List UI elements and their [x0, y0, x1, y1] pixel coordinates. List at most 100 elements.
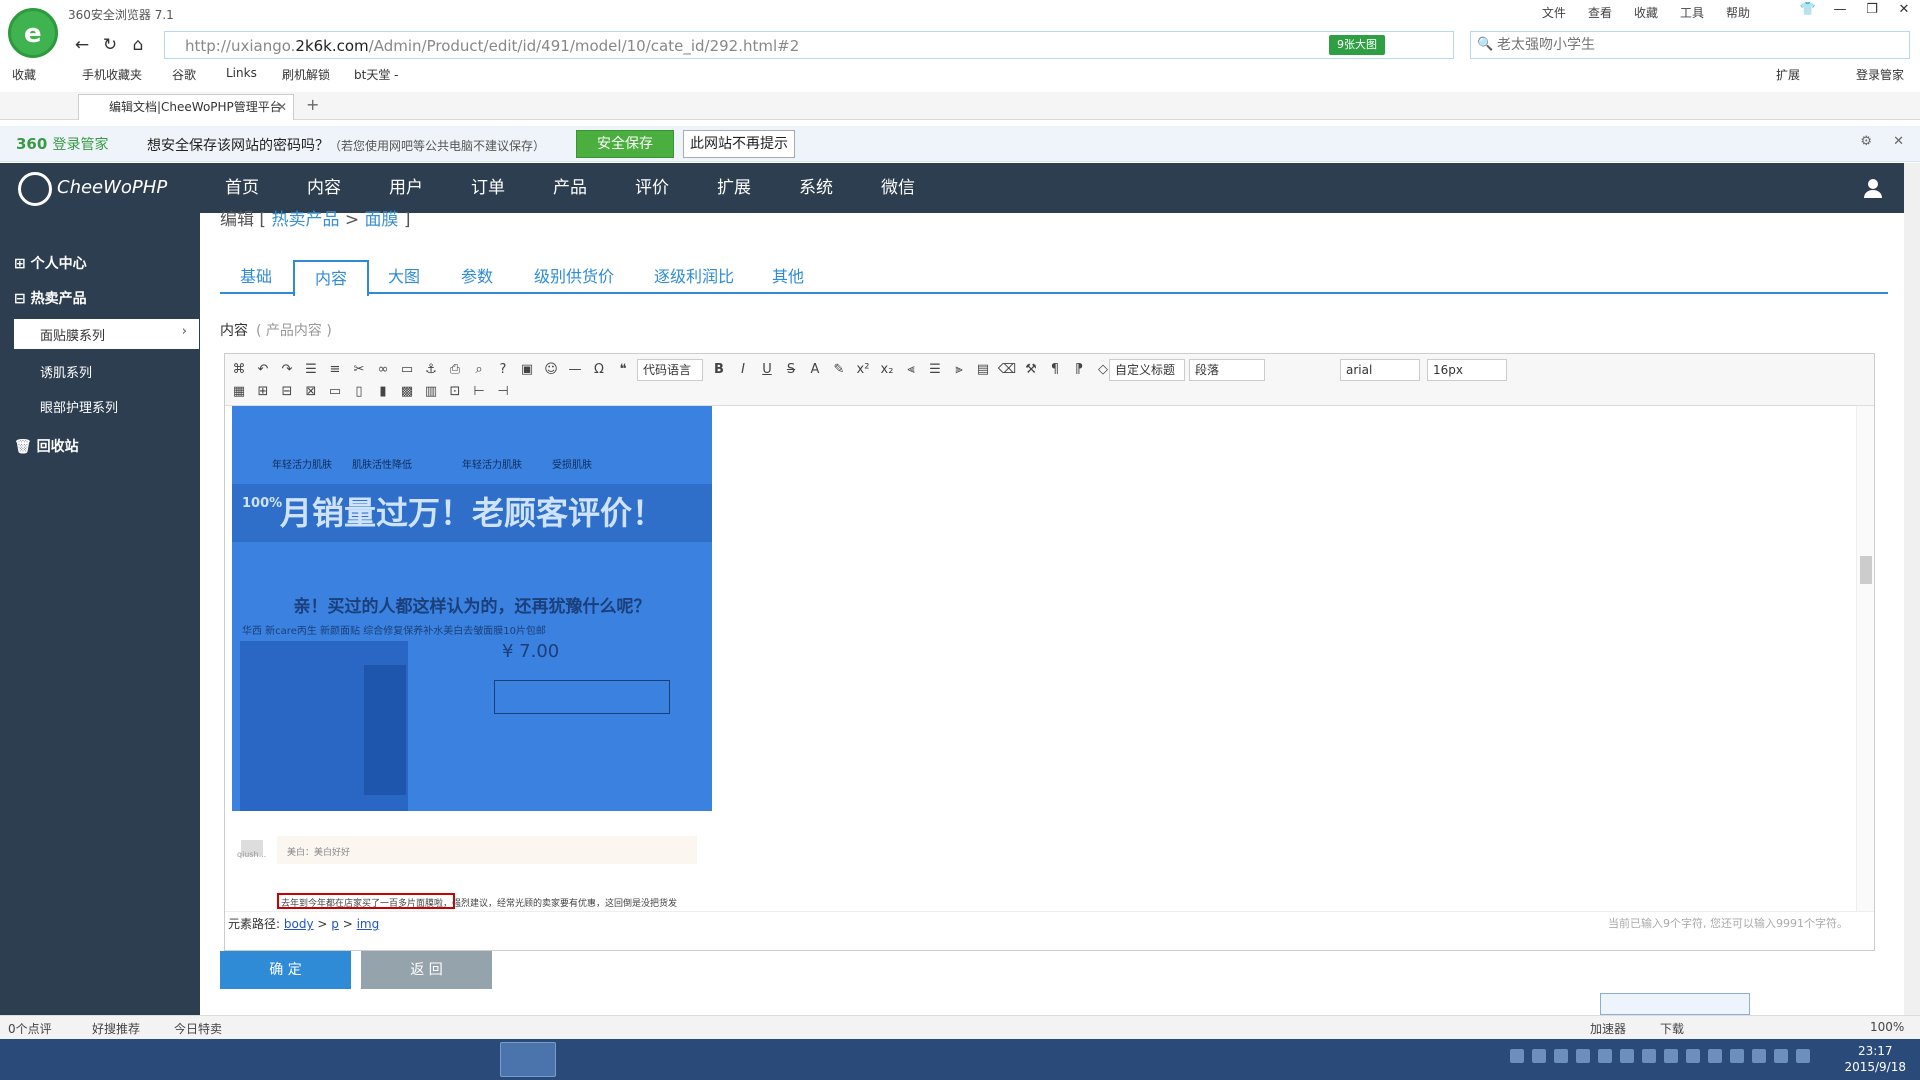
back-button[interactable]: 返 回	[361, 951, 492, 989]
path-p[interactable]: p	[331, 917, 339, 931]
omega-icon[interactable]: Ω	[589, 360, 609, 380]
nav-products[interactable]: 产品	[553, 163, 635, 213]
page-icon[interactable]: ▭	[397, 360, 417, 380]
user-icon[interactable]	[1862, 177, 1884, 199]
nav-wechat[interactable]: 微信	[881, 163, 963, 213]
search-input[interactable]	[1497, 36, 1877, 54]
maximize-button[interactable]: ❐	[1856, 0, 1888, 22]
tray-icon[interactable]	[1532, 1049, 1546, 1063]
tray-icon[interactable]	[1686, 1049, 1700, 1063]
product-image-selected[interactable]: 年轻活力肌肤 肌肤活性降低 年轻活力肌肤 受损肌肤 月销量过万！老顾客评价！ 1…	[232, 406, 712, 811]
align-center-icon[interactable]: ☰	[925, 360, 945, 380]
zoom-level[interactable]: 100%	[1870, 1020, 1904, 1034]
tray-icon[interactable]	[1664, 1049, 1678, 1063]
page-scrollbar[interactable]	[1904, 163, 1920, 1015]
superscript-icon[interactable]: x²	[853, 360, 873, 380]
redo-icon[interactable]: ↷	[277, 360, 297, 380]
highlight-icon[interactable]: ✎	[829, 360, 849, 380]
cut-icon[interactable]: ✂	[349, 360, 369, 380]
align-left-icon[interactable]: ⫷	[901, 360, 921, 380]
html-source-icon[interactable]: ⌘	[229, 360, 249, 380]
help-icon[interactable]: ?	[493, 360, 513, 380]
table-props-icon[interactable]: ⊡	[445, 382, 465, 402]
font-family-select[interactable]: arial	[1340, 359, 1420, 381]
rtl-icon[interactable]: ⁋	[1069, 360, 1089, 380]
merge-cells-icon[interactable]: ▩	[397, 382, 417, 402]
close-button[interactable]: ✕	[1888, 0, 1920, 22]
bookmark-mobile[interactable]: 手机收藏夹	[82, 66, 142, 83]
cell-align-icon[interactable]: ⊢	[469, 382, 489, 402]
insert-image-icon[interactable]: ▦	[229, 382, 249, 402]
url-bar[interactable]: http://uxiango.2k6k.com/Admin/Product/ed…	[164, 31, 1454, 59]
back-arrow-icon[interactable]: ←	[70, 33, 94, 57]
delete-col-icon[interactable]: ▮	[373, 382, 393, 402]
tab-level-price[interactable]: 级别供货价	[514, 260, 634, 294]
editor-scrollbar[interactable]	[1856, 406, 1874, 911]
bird-app-icon[interactable]	[314, 1042, 370, 1077]
login-manager-button[interactable]: 登录管家	[1856, 66, 1904, 83]
close-tab-icon[interactable]: ✕	[277, 95, 287, 119]
video-player-icon[interactable]	[252, 1042, 308, 1077]
unordered-list-icon[interactable]: ☰	[301, 360, 321, 380]
ie-icon[interactable]	[66, 1042, 122, 1077]
justify-icon[interactable]: ▤	[973, 360, 993, 380]
shirt-icon[interactable]: 👕	[1792, 0, 1824, 22]
italic-icon[interactable]: I	[733, 360, 753, 380]
split-cells-icon[interactable]: ▥	[421, 382, 441, 402]
tab-basic[interactable]: 基础	[220, 260, 292, 294]
bookmark-google[interactable]: 谷歌	[172, 66, 196, 83]
media-player-icon[interactable]	[190, 1042, 246, 1077]
path-img[interactable]: img	[357, 917, 380, 931]
image-icon[interactable]: ▣	[517, 360, 537, 380]
browser-tab[interactable]: 编辑文档|CheeWoPHP管理平台 ✕	[78, 94, 294, 120]
extensions-button[interactable]: 扩展	[1776, 66, 1800, 83]
new-tab-icon[interactable]: +	[306, 95, 319, 114]
tray-icon[interactable]	[1620, 1049, 1634, 1063]
menu-help[interactable]: 帮助	[1726, 4, 1750, 21]
path-body[interactable]: body	[284, 917, 314, 931]
delete-table-icon[interactable]: ⊟	[277, 382, 297, 402]
never-show-button[interactable]: 此网站不再提示	[683, 130, 795, 158]
strikethrough-icon[interactable]: S	[781, 360, 801, 380]
link-icon[interactable]: ∞	[373, 360, 393, 380]
horizontal-rule-icon[interactable]: —	[565, 360, 585, 380]
confirm-button[interactable]: 确 定	[220, 951, 351, 989]
nav-system[interactable]: 系统	[799, 163, 881, 213]
font-size-select[interactable]: 16px	[1427, 359, 1507, 381]
delete-row-icon[interactable]: ▭	[325, 382, 345, 402]
tray-icon[interactable]	[1730, 1049, 1744, 1063]
app-brand[interactable]: CheeWoPHP	[57, 177, 167, 198]
sidebar-item-masks[interactable]: 面贴膜系列 ›	[14, 319, 199, 349]
paragraph-select[interactable]: 段落	[1189, 359, 1265, 381]
emoji-icon[interactable]: ☺	[541, 360, 561, 380]
nav-reviews[interactable]: 评价	[635, 163, 717, 213]
breadcrumb-subcategory[interactable]: 面膜	[365, 210, 399, 230]
tray-icon[interactable]	[1708, 1049, 1722, 1063]
cell-split-icon[interactable]: ⊣	[493, 382, 513, 402]
tray-icon[interactable]	[1774, 1049, 1788, 1063]
start-button[interactable]	[6, 1042, 50, 1077]
system-clock[interactable]: 23:17 2015/9/18	[1844, 1043, 1906, 1075]
bookmark-links[interactable]: Links	[226, 66, 257, 80]
bookmark-bt[interactable]: bt天堂 -	[354, 66, 398, 83]
quote-icon[interactable]: ❝	[613, 360, 633, 380]
undo-icon[interactable]: ↶	[253, 360, 273, 380]
editor-content-area[interactable]: 年轻活力肌肤 肌肤活性降低 年轻活力肌肤 受损肌肤 月销量过万！老顾客评价！ 1…	[225, 406, 1874, 911]
home-icon[interactable]: ⌂	[126, 33, 150, 57]
sidebar-item-hot-products[interactable]: ⊟ 热卖产品	[14, 288, 87, 308]
daily-sale-link[interactable]: 今日特卖	[174, 1020, 222, 1037]
menu-view[interactable]: 查看	[1588, 4, 1612, 21]
font-color-icon[interactable]: A	[805, 360, 825, 380]
reviews-count[interactable]: 0个点评	[8, 1020, 52, 1037]
print-icon[interactable]: ⎙	[445, 360, 465, 380]
breadcrumb-category[interactable]: 热卖产品	[271, 210, 339, 230]
ltr-icon[interactable]: ¶	[1045, 360, 1065, 380]
settings-gear-icon[interactable]: ⚙	[1860, 134, 1872, 149]
tab-large-image[interactable]: 大图	[368, 260, 440, 294]
tab-params[interactable]: 参数	[441, 260, 513, 294]
explorer-icon[interactable]	[128, 1042, 184, 1077]
align-right-icon[interactable]: ⫸	[949, 360, 969, 380]
menu-favorites[interactable]: 收藏	[1634, 4, 1658, 21]
find-icon[interactable]: ⌕	[469, 360, 489, 380]
sidebar-item-personal[interactable]: ⊞ 个人中心	[14, 253, 87, 273]
